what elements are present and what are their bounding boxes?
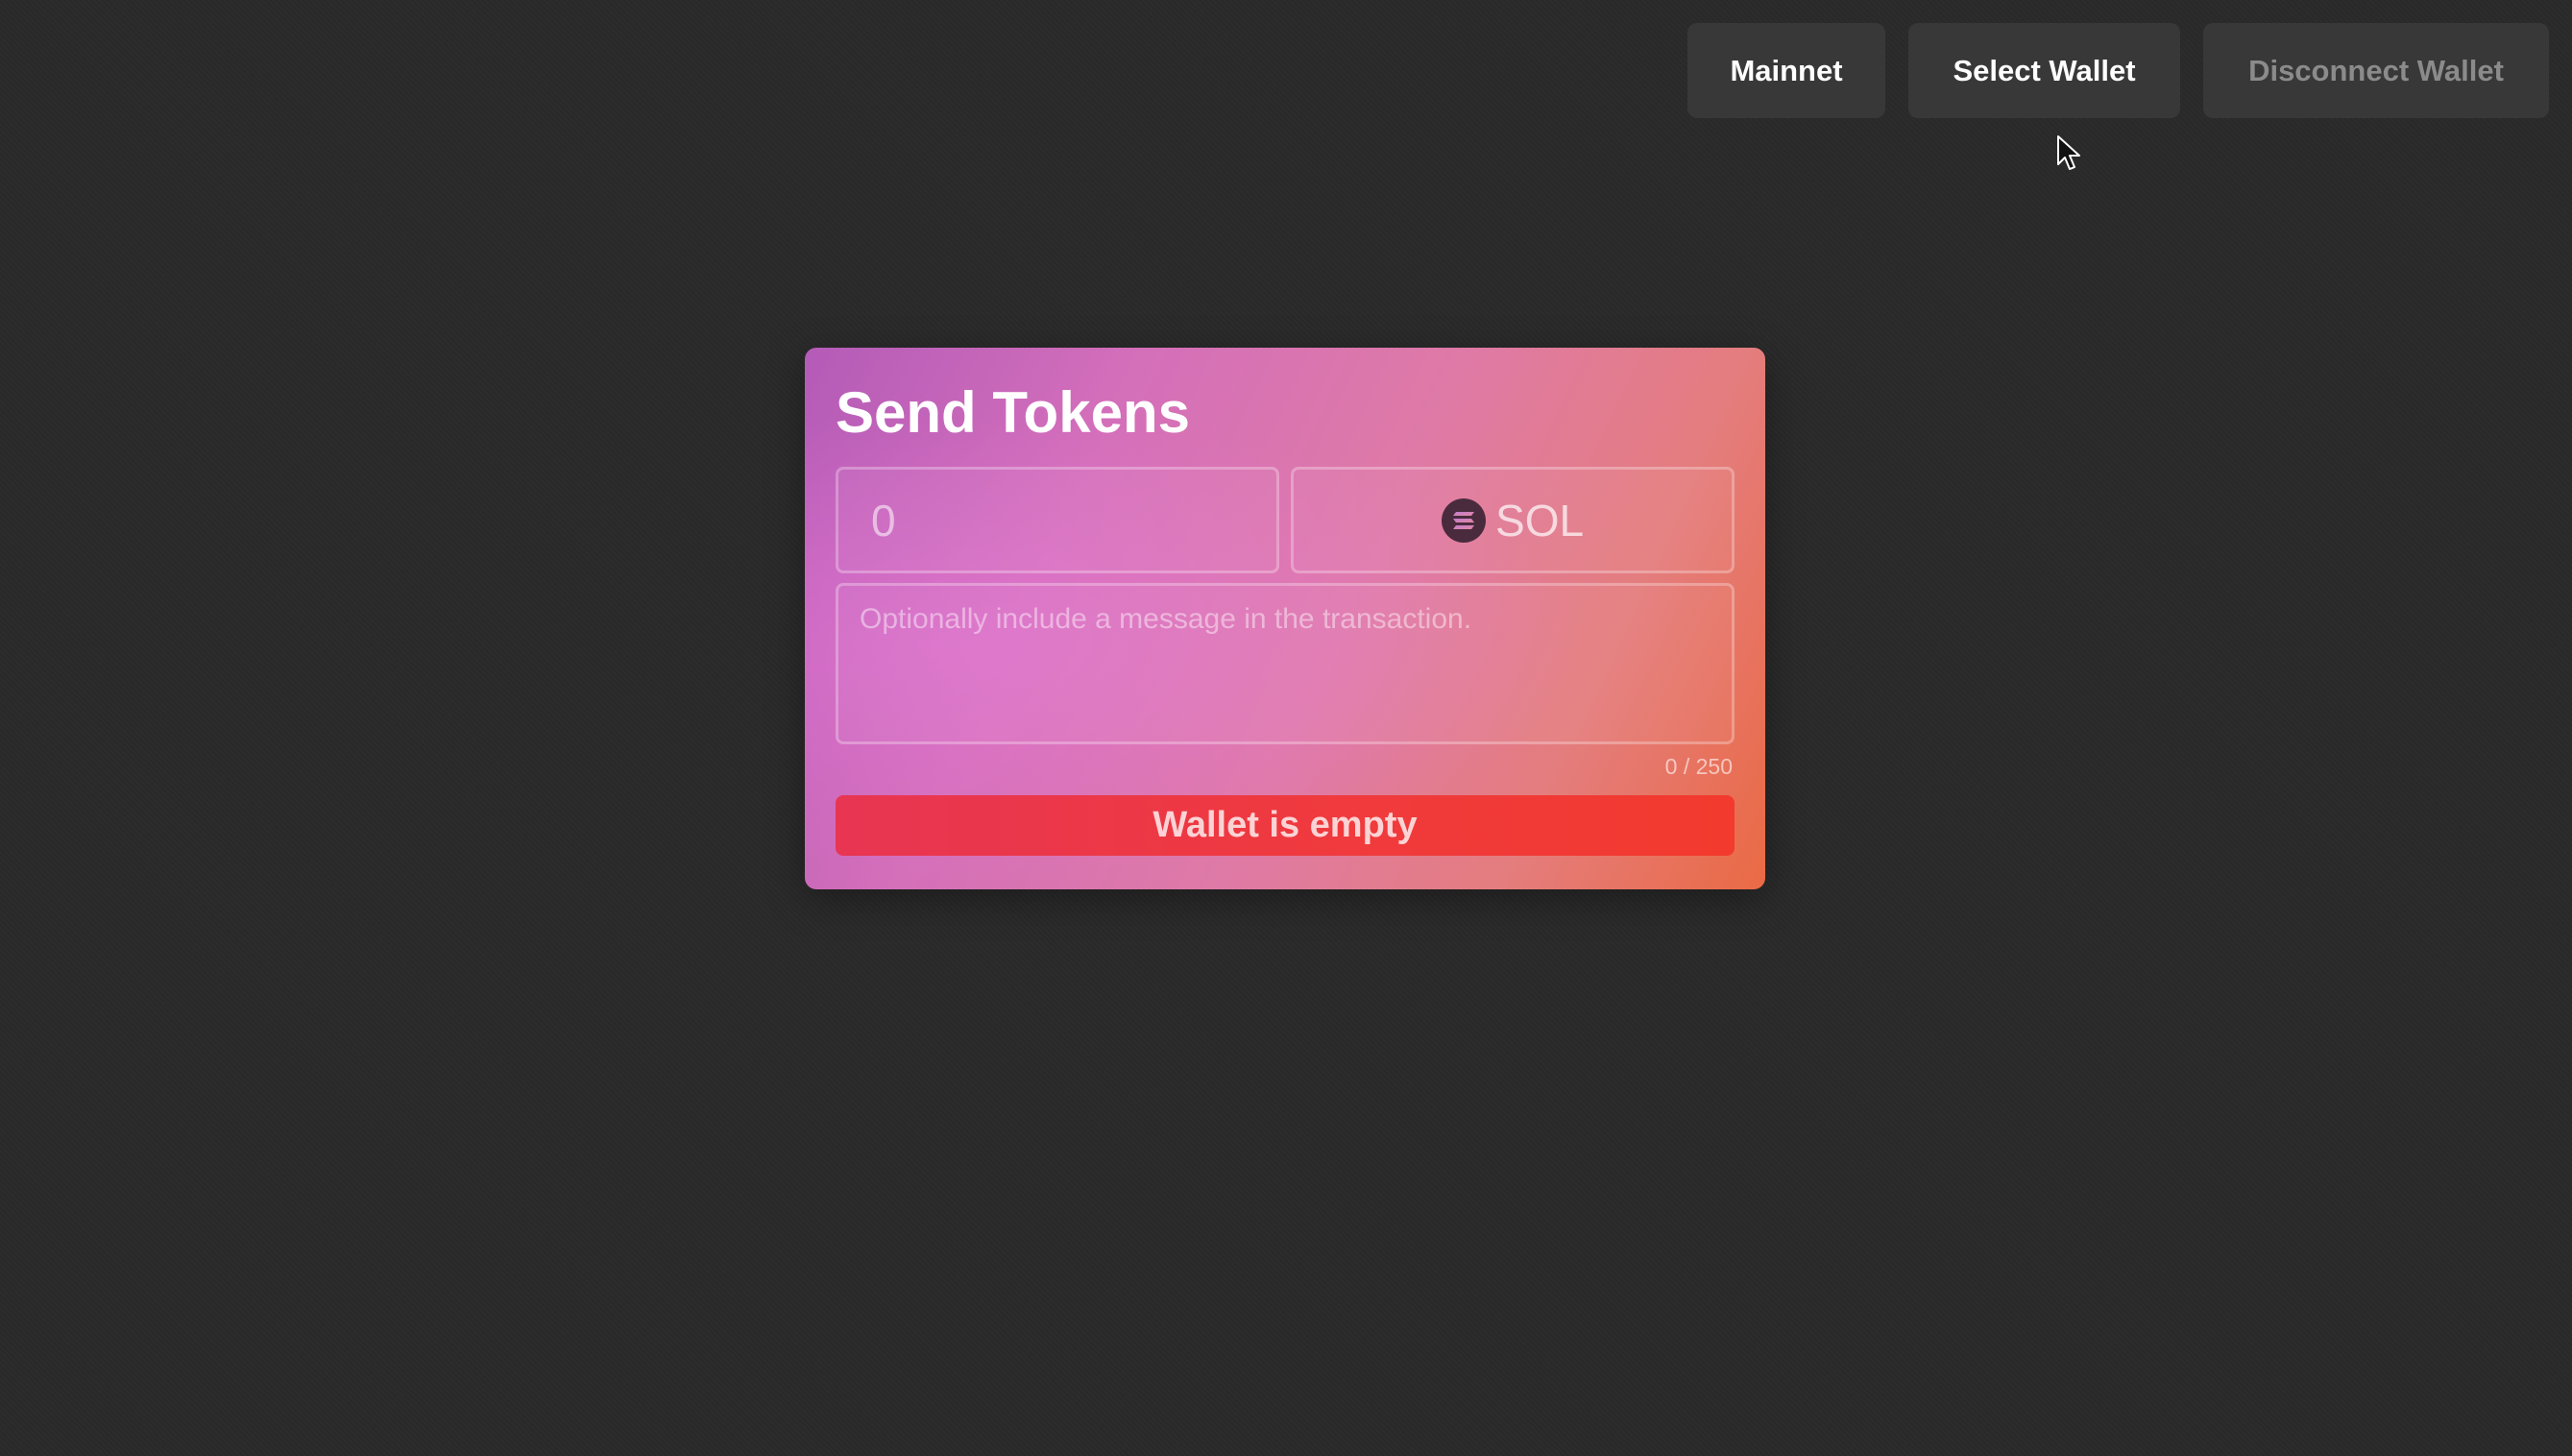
network-button[interactable]: Mainnet bbox=[1687, 23, 1885, 118]
send-button[interactable]: Wallet is empty bbox=[836, 795, 1735, 856]
amount-input[interactable] bbox=[869, 493, 1277, 547]
message-input[interactable] bbox=[838, 586, 1732, 741]
amount-token-row: SOL bbox=[836, 467, 1735, 573]
message-field-wrapper bbox=[836, 583, 1735, 744]
token-selector[interactable]: SOL bbox=[1291, 467, 1735, 573]
card-title: Send Tokens bbox=[836, 380, 1190, 445]
top-nav: Mainnet Select Wallet Disconnect Wallet bbox=[1687, 23, 2549, 118]
send-tokens-card: Send Tokens 0 SOL Optionally include a m… bbox=[805, 348, 1765, 889]
amount-field-wrapper bbox=[836, 467, 1280, 573]
token-label: SOL bbox=[1495, 495, 1585, 546]
app-page: Mainnet Select Wallet Disconnect Wallet … bbox=[0, 0, 2572, 1456]
solana-icon bbox=[1442, 497, 1487, 543]
character-counter: 0 / 250 bbox=[1664, 754, 1733, 779]
select-wallet-button[interactable]: Select Wallet bbox=[1908, 23, 2180, 118]
disconnect-wallet-button[interactable]: Disconnect Wallet bbox=[2203, 23, 2549, 118]
mouse-cursor-icon bbox=[2057, 135, 2080, 170]
